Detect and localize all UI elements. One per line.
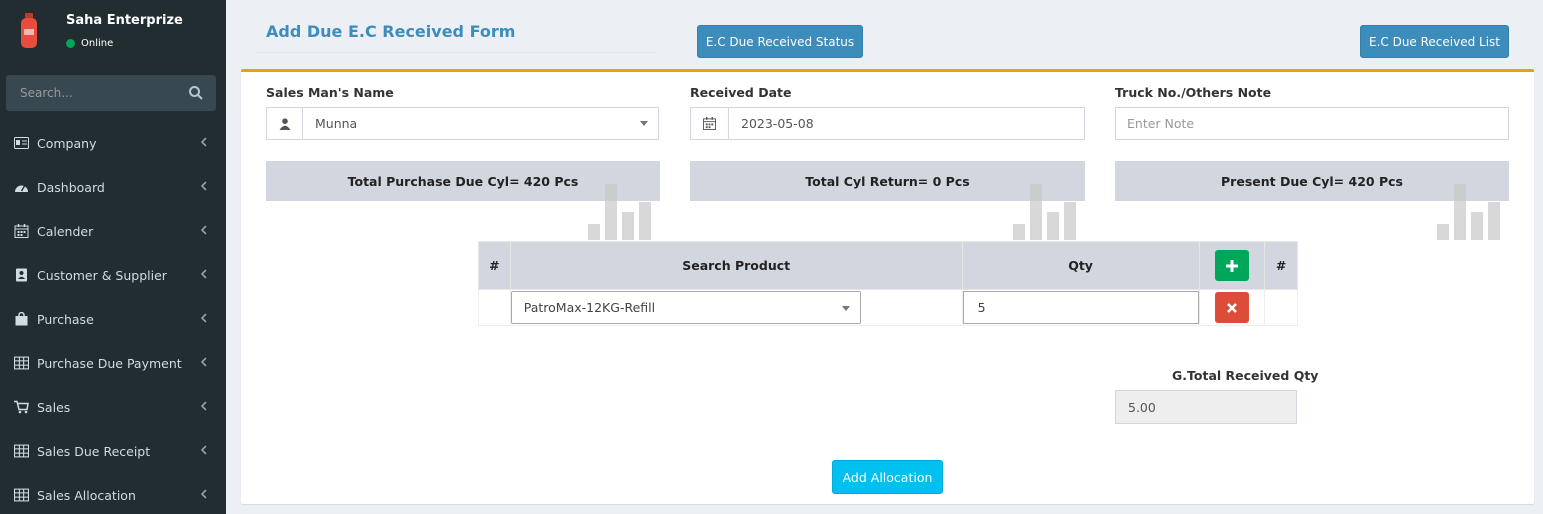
sidebar-item-label: Customer & Supplier bbox=[37, 267, 167, 283]
close-icon bbox=[1226, 302, 1237, 313]
qty-input[interactable] bbox=[962, 291, 1199, 324]
note-textarea[interactable] bbox=[1115, 107, 1509, 140]
header-search-product: Search Product bbox=[509, 241, 963, 290]
chevron-left-icon bbox=[200, 401, 207, 411]
chevron-down-icon bbox=[841, 306, 850, 311]
calendar-icon bbox=[703, 117, 716, 130]
remove-row-button[interactable] bbox=[1214, 292, 1249, 323]
chevron-left-icon bbox=[200, 313, 207, 323]
user-addon bbox=[267, 108, 303, 139]
title-divider bbox=[256, 52, 656, 53]
sidebar-item-sales[interactable]: Sales bbox=[0, 385, 226, 429]
table-icon bbox=[14, 488, 29, 502]
sidebar-item-label: Purchase bbox=[37, 311, 94, 327]
online-status: Online bbox=[66, 38, 113, 49]
sidebar-item-dashboard[interactable]: Dashboard bbox=[0, 165, 226, 209]
header-index: # bbox=[478, 241, 511, 290]
received-date-value-wrap: 2023-05-08 bbox=[729, 108, 1084, 139]
header-qty: Qty bbox=[961, 241, 1200, 290]
user-icon bbox=[279, 117, 290, 130]
bar-chart-watermark-icon bbox=[588, 184, 651, 240]
salesman-value: Munna bbox=[315, 116, 358, 131]
contact-book-icon bbox=[16, 268, 27, 282]
grand-total-value: 5.00 bbox=[1128, 399, 1156, 415]
sidebar-item-purchase[interactable]: Purchase bbox=[0, 297, 226, 341]
table-icon bbox=[14, 444, 29, 458]
salesman-value-wrap: Munna bbox=[303, 108, 658, 139]
bar-chart-watermark-icon bbox=[1437, 184, 1500, 240]
sidebar-item-sales-allocation[interactable]: Sales Allocation bbox=[0, 473, 226, 514]
chevron-left-icon bbox=[200, 489, 207, 499]
product-select[interactable]: PatroMax-12KG-Refill bbox=[510, 291, 861, 324]
sidebar-item-label: Sales bbox=[37, 399, 71, 415]
gas-cylinder-logo-icon bbox=[21, 13, 37, 48]
dashboard-icon bbox=[15, 185, 28, 192]
sidebar-search bbox=[6, 75, 216, 111]
sidebar-item-label: Dashboard bbox=[37, 179, 105, 195]
sidebar: Saha Enterprize Online Company Dashboard… bbox=[0, 0, 226, 514]
row-index-2 bbox=[1264, 289, 1298, 326]
bar-chart-watermark-icon bbox=[1013, 184, 1076, 240]
salesman-label: Sales Man's Name bbox=[266, 85, 394, 100]
row-qty-cell bbox=[961, 289, 1200, 326]
sidebar-item-label: Calender bbox=[37, 223, 94, 239]
total-cyl-return-text: Total Cyl Return= 0 Pcs bbox=[805, 173, 970, 189]
sidebar-item-label: Purchase Due Payment bbox=[37, 355, 182, 371]
note-label: Truck No./Others Note bbox=[1115, 85, 1272, 100]
sidebar-item-label: Sales Allocation bbox=[37, 487, 136, 503]
row-index bbox=[478, 289, 511, 326]
status-label: Online bbox=[81, 38, 114, 49]
cart-icon bbox=[14, 400, 29, 414]
chevron-left-icon bbox=[200, 357, 207, 367]
total-purchase-due-text: Total Purchase Due Cyl= 420 Pcs bbox=[347, 173, 579, 189]
sidebar-item-sales-due-receipt[interactable]: Sales Due Receipt bbox=[0, 429, 226, 473]
sidebar-item-label: Company bbox=[37, 135, 97, 151]
calendar-icon bbox=[14, 224, 29, 238]
status-dot-icon bbox=[66, 39, 75, 48]
table-icon bbox=[14, 356, 29, 370]
calendar-addon bbox=[691, 108, 729, 139]
header-add-cell bbox=[1198, 241, 1266, 290]
brand-name: Saha Enterprize bbox=[66, 13, 183, 28]
received-date-field[interactable]: 2023-05-08 bbox=[690, 107, 1085, 140]
chevron-left-icon bbox=[200, 225, 207, 235]
ec-due-received-list-button[interactable]: E.C Due Received List bbox=[1360, 25, 1509, 58]
chevron-left-icon bbox=[200, 269, 207, 279]
sidebar-item-customer-supplier[interactable]: Customer & Supplier bbox=[0, 253, 226, 297]
grand-total-label: G.Total Received Qty bbox=[1172, 368, 1319, 383]
add-row-button[interactable] bbox=[1214, 250, 1249, 281]
shopping-bag-icon bbox=[15, 312, 28, 326]
page-title: Add Due E.C Received Form bbox=[266, 22, 516, 41]
received-date-label: Received Date bbox=[690, 85, 792, 100]
sidebar-item-company[interactable]: Company bbox=[0, 121, 226, 165]
received-date-value: 2023-05-08 bbox=[741, 116, 814, 131]
chevron-left-icon bbox=[200, 181, 207, 191]
user-panel: Saha Enterprize Online bbox=[0, 0, 226, 62]
plus-icon bbox=[1225, 259, 1238, 272]
id-card-icon bbox=[14, 137, 29, 149]
row-product-cell: PatroMax-12KG-Refill bbox=[509, 289, 963, 326]
chevron-left-icon bbox=[200, 137, 207, 147]
add-allocation-button[interactable]: Add Allocation bbox=[832, 460, 943, 494]
ec-due-received-status-button[interactable]: E.C Due Received Status bbox=[697, 25, 863, 58]
salesman-select[interactable]: Munna bbox=[266, 107, 659, 140]
search-icon[interactable] bbox=[188, 85, 204, 101]
chevron-down-icon bbox=[640, 121, 648, 126]
table-header-row: # Search Product Qty # bbox=[478, 241, 1298, 290]
product-value: PatroMax-12KG-Refill bbox=[523, 300, 656, 315]
row-remove-cell bbox=[1198, 289, 1266, 326]
present-due-text: Present Due Cyl= 420 Pcs bbox=[1221, 173, 1403, 189]
grand-total-value-field: 5.00 bbox=[1115, 390, 1297, 424]
sidebar-item-calender[interactable]: Calender bbox=[0, 209, 226, 253]
sidebar-item-purchase-due-payment[interactable]: Purchase Due Payment bbox=[0, 341, 226, 385]
table-row: PatroMax-12KG-Refill bbox=[478, 289, 1298, 326]
chevron-left-icon bbox=[200, 445, 207, 455]
header-index-2: # bbox=[1264, 241, 1298, 290]
sidebar-item-label: Sales Due Receipt bbox=[37, 443, 151, 459]
product-table: # Search Product Qty # PatroMax-12KG-Ref… bbox=[478, 241, 1298, 326]
search-input[interactable] bbox=[6, 75, 176, 111]
sidebar-menu: Company Dashboard Calender Customer & Su… bbox=[0, 121, 226, 514]
